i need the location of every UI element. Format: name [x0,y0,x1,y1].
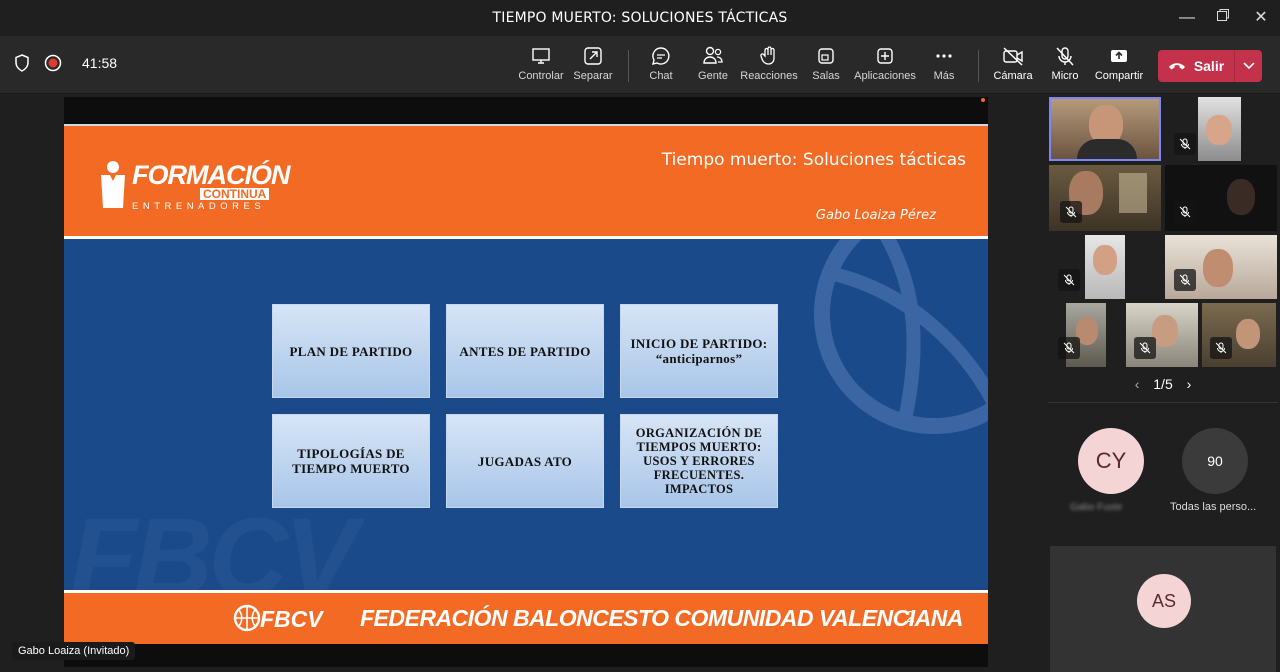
control-icon [532,48,550,64]
people-button[interactable]: Gente [682,44,744,88]
people-icon [703,46,723,64]
muted-icon [1174,201,1196,223]
leave-button[interactable]: Salir [1158,50,1262,82]
muted-icon [1210,337,1232,359]
minimize-icon[interactable]: — [1172,6,1202,30]
camera-off-icon [1003,47,1023,66]
mic-button[interactable]: Micro [1034,44,1096,88]
share-icon [1111,50,1127,62]
more-button[interactable]: Más [913,44,975,88]
muted-icon [1060,201,1082,223]
logo-entrenadores: ENTRENADORES [132,201,266,212]
chat-icon [652,47,670,65]
window-title: TIEMPO MUERTO: SOLUCIONES TÁCTICAS [492,10,788,26]
maximize-icon[interactable] [1208,6,1238,30]
slide-box: INICIO DE PARTIDO: “anticiparnos” [620,304,778,398]
rooms-icon [818,48,834,64]
recording-icon [44,54,62,72]
leave-dropdown[interactable] [1234,50,1262,82]
slide-footer: FBCV FEDERACIÓN BALONCESTO COMUNIDAD VAL… [64,590,988,644]
mic-off-icon [1056,47,1074,66]
slide-box: PLAN DE PARTIDO [272,304,430,398]
meeting-toolbar: 41:58 Controlar Separar Chat Gente Reacc… [0,36,1280,94]
logo-continua: CONTINUA [200,188,270,200]
leave-label: Salir [1193,58,1225,74]
slide-box: JUGADAS ATO [446,414,604,508]
participant-tile[interactable] [1198,97,1241,161]
participant-tile[interactable] [1049,97,1161,161]
slide-box: ANTES DE PARTIDO [446,304,604,398]
shield-icon [15,54,29,72]
chevron-down-icon [1242,62,1255,70]
popout-icon [584,47,602,65]
muted-icon [1174,269,1196,291]
title-bar: TIEMPO MUERTO: SOLUCIONES TÁCTICAS — ✕ [0,0,1280,36]
footer-logo: FBCV [260,606,323,632]
participant-count[interactable]: 90 [1182,428,1248,494]
participant-avatar[interactable]: CY [1078,428,1144,494]
slide-box: ORGANIZACIÓN DE TIEMPOS MUERTO: USOS Y E… [620,414,778,508]
chevron-left-icon[interactable]: ‹ [1135,376,1140,392]
muted-icon [1174,133,1196,155]
presentation-slide: FBCV FORMACIÓN CONTINUA ENTRENADORES Tie… [64,124,988,644]
presenter-name-tag: Gabo Loaiza (Invitado) [12,642,136,660]
participant-card[interactable]: AS [1050,546,1276,672]
coach-logo-icon [101,161,125,208]
popout-button[interactable]: Separar [562,44,624,88]
slide-box: TIPOLOGÍAS DE TIEMPO MUERTO [272,414,430,508]
muted-icon [1058,269,1080,291]
slide-page-number: 2 [906,609,915,626]
slide-author: Gabo Loaiza Pérez [815,208,936,223]
apps-icon [877,48,893,64]
basketball-logo-icon [233,604,261,632]
muted-icon [1134,337,1156,359]
share-button[interactable]: Compartir [1088,44,1150,88]
slide-header: FORMACIÓN CONTINUA ENTRENADORES Tiempo m… [64,124,988,239]
all-people-label: Todas las perso... [1170,501,1257,513]
meeting-timer: 41:58 [82,55,118,71]
participant-tile[interactable] [1085,235,1125,299]
rooms-button[interactable]: Salas [795,44,857,88]
close-icon[interactable]: ✕ [1246,6,1276,30]
apps-button[interactable]: Aplicaciones [854,44,916,88]
gallery-pager: ‹ 1/5 › [1048,376,1278,392]
footer-federation: FEDERACIÓN BALONCESTO COMUNIDAD VALENCIA… [360,605,964,631]
reactions-icon [760,46,775,65]
pager-label: 1/5 [1153,376,1173,392]
chevron-right-icon[interactable]: › [1187,376,1192,392]
participant-name: Gabo Fuste [1070,502,1123,513]
phone-hangup-icon [1168,63,1185,70]
more-icon [936,54,952,58]
muted-icon [1058,337,1080,359]
participant-avatar: AS [1137,574,1191,628]
slide-title: Tiempo muerto: Soluciones tácticas [661,150,966,170]
reactions-button[interactable]: Reacciones [738,44,800,88]
